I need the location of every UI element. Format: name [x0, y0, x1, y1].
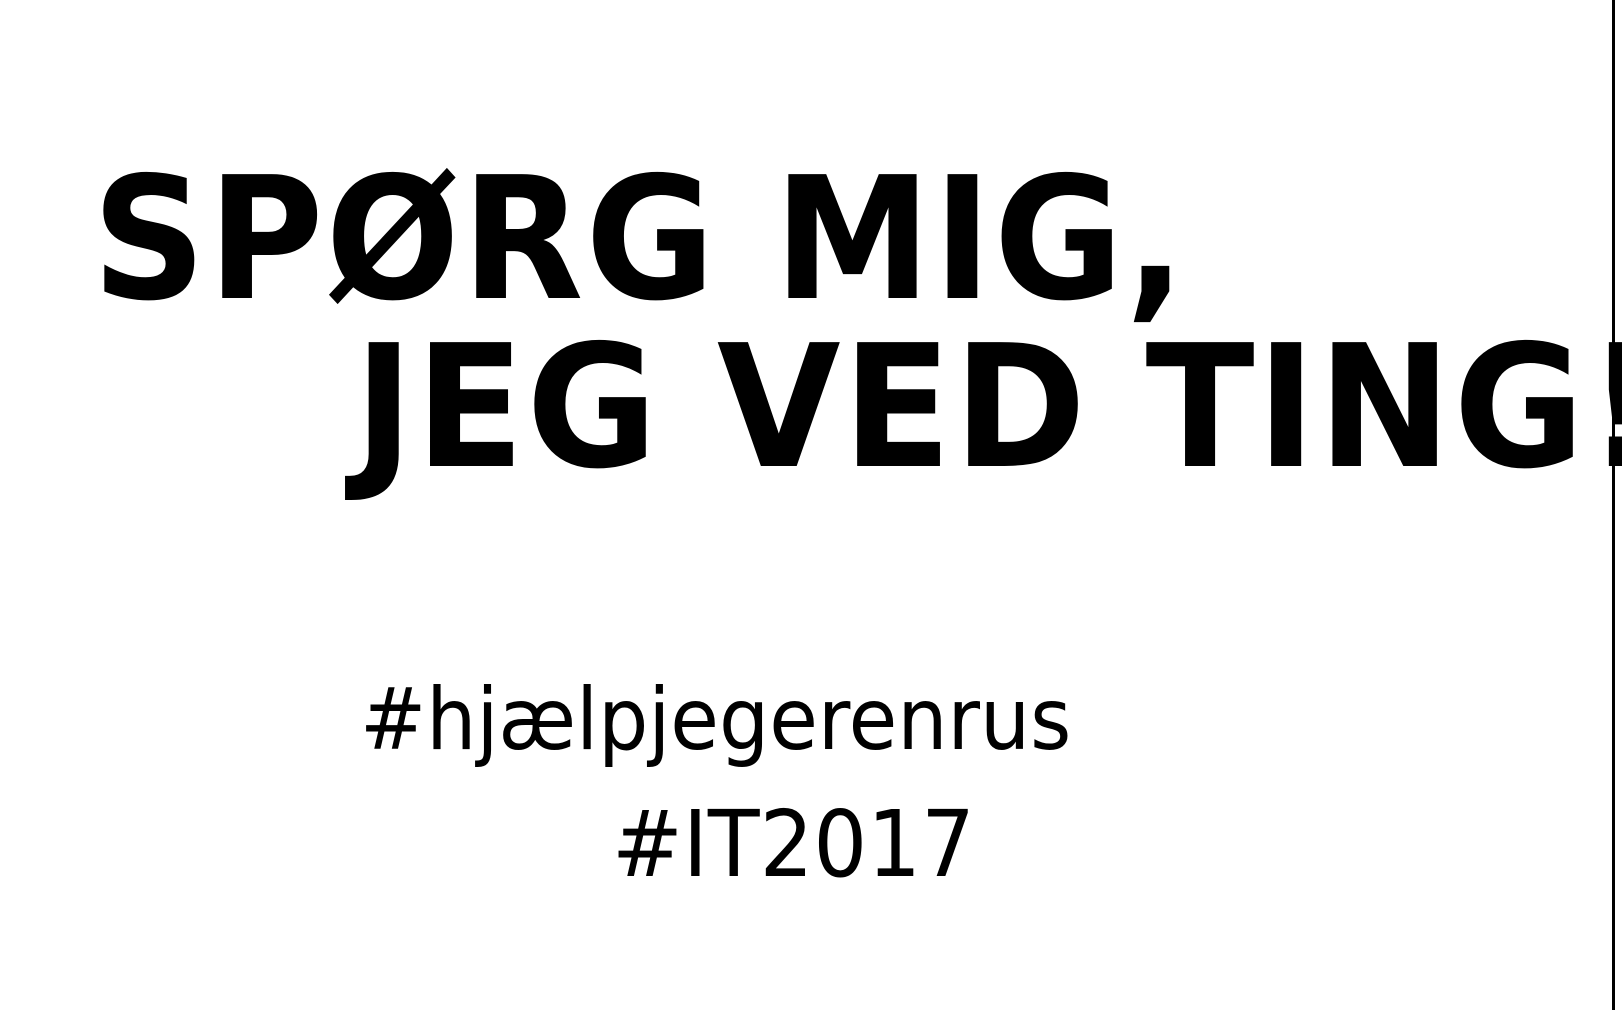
hashtag-it2017: #IT2017 — [612, 791, 975, 898]
page-right-border — [1612, 0, 1615, 1010]
poster-page: SPØRG MIG, JEG VED TING! #hjælpjegerenru… — [0, 0, 1622, 1010]
headline-line-2: JEG VED TING! — [354, 309, 1622, 507]
hashtag-hjaelpjegerenrus: #hjælpjegerenrus — [360, 670, 1072, 770]
